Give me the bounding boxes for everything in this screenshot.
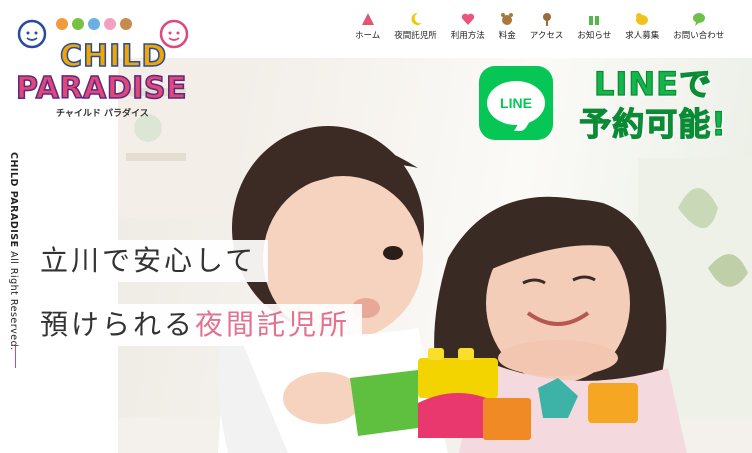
nav-item-news[interactable]: お知らせ xyxy=(570,12,618,46)
nav-item-label: ホーム xyxy=(355,31,381,41)
logo-kana-text: チャイルド パラダイス xyxy=(56,107,149,119)
line-banner-line-1: LINEで xyxy=(593,64,712,103)
bear-face-icon xyxy=(501,13,514,25)
nav-item-label: 料金 xyxy=(498,31,516,41)
house-tent-icon xyxy=(361,13,374,25)
gift-box-icon xyxy=(589,13,600,25)
hero-catch-line-1: 立川で安心して xyxy=(28,240,269,282)
nav-item-label: お問い合わせ xyxy=(673,31,725,41)
global-nav: ホーム 夜間託児所 利用方法 料金 アクセス お知らせ 求人募集 お問い合わせ xyxy=(348,12,731,46)
side-accent-line xyxy=(15,346,16,368)
nav-item-home[interactable]: ホーム xyxy=(348,12,387,46)
bird-icon xyxy=(636,13,649,25)
nav-item-recruit[interactable]: 求人募集 xyxy=(618,12,666,46)
flower-pin-icon xyxy=(542,13,551,26)
hero-catch-line-2: 預けられる夜間託児所 xyxy=(28,304,363,346)
line-banner-line-2: 予約可能! xyxy=(579,104,727,143)
logo-child-text: CHILD xyxy=(60,39,167,74)
child-paradise-logo[interactable]: CHILD PARADISE チャイルド パラダイス xyxy=(10,10,200,122)
line-app-icon[interactable]: LINE xyxy=(479,66,553,140)
nav-item-label: お知らせ xyxy=(577,31,612,41)
side-copyright: CHILD PARADISE All Right Reserved. xyxy=(5,152,19,372)
crescent-moon-icon xyxy=(411,12,422,25)
nav-item-label: 求人募集 xyxy=(625,31,660,41)
side-brand-text: CHILD PARADISE xyxy=(8,152,19,248)
line-logo-text: LINE xyxy=(500,95,532,111)
nav-item-price[interactable]: 料金 xyxy=(492,12,523,46)
hero-catch-main: 預けられる xyxy=(40,308,196,341)
side-rights-text: All Right Reserved. xyxy=(8,247,19,351)
speech-bubble-icon xyxy=(692,13,705,26)
nav-item-label: アクセス xyxy=(529,31,564,41)
nav-item-how-to-use[interactable]: 利用方法 xyxy=(444,12,492,46)
line-logo-bubble: LINE xyxy=(487,81,545,125)
heart-icon xyxy=(461,13,474,25)
hero-catch-accent: 夜間託児所 xyxy=(195,308,351,341)
nav-item-night-nursery[interactable]: 夜間託児所 xyxy=(387,12,444,46)
nav-item-label: 夜間託児所 xyxy=(394,31,437,41)
nav-item-label: 利用方法 xyxy=(450,31,485,41)
line-reservation-banner[interactable]: LINEで 予約可能! xyxy=(562,64,744,144)
logo-paradise-text: PARADISE xyxy=(16,71,187,106)
nav-item-contact[interactable]: お問い合わせ xyxy=(666,12,731,46)
nav-item-access[interactable]: アクセス xyxy=(523,12,571,46)
